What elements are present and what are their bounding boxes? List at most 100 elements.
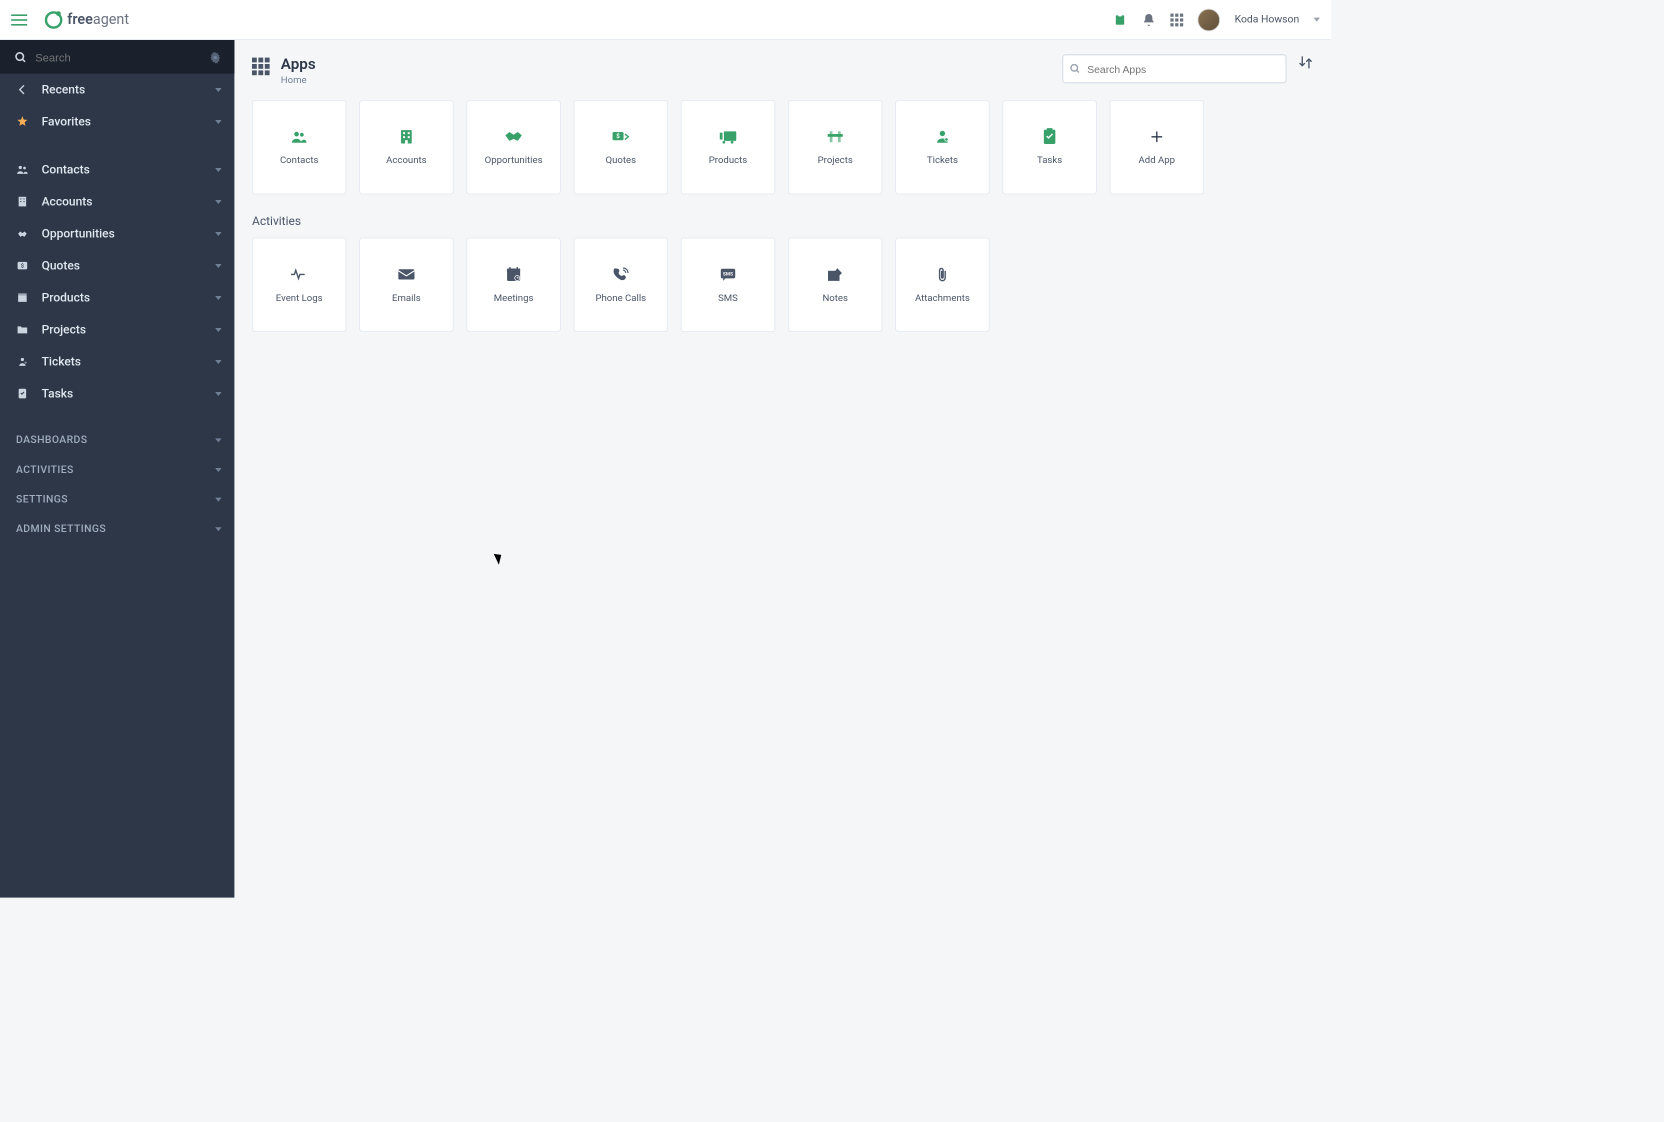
paperclip-icon xyxy=(933,266,952,282)
card-label: Emails xyxy=(392,292,421,303)
card-label: Event Logs xyxy=(276,292,323,303)
sidebar-item-products[interactable]: Products xyxy=(0,282,234,314)
contacts-icon xyxy=(290,129,309,145)
sidebar-item-tasks[interactable]: Tasks xyxy=(0,378,234,410)
hamburger-menu[interactable] xyxy=(11,8,33,30)
nav-label: DASHBOARDS xyxy=(16,434,87,446)
activity-card-attachments[interactable]: Attachments xyxy=(895,238,989,332)
apps-row: Contacts Accounts Opportunities $ Quotes… xyxy=(252,100,1314,194)
activity-card-sms[interactable]: SMS SMS xyxy=(681,238,775,332)
sidebar-item-quotes[interactable]: $ Quotes xyxy=(0,250,234,282)
handshake-icon xyxy=(504,129,523,145)
search-apps-container xyxy=(1062,54,1286,83)
sidebar-settings[interactable]: SETTINGS xyxy=(0,485,234,515)
sidebar-item-tickets[interactable]: Tickets xyxy=(0,346,234,378)
plus-icon xyxy=(1147,129,1166,145)
handshake-icon xyxy=(16,227,32,240)
card-label: Contacts xyxy=(280,154,319,165)
nav-label: Opportunities xyxy=(42,226,115,240)
chevron-down-icon xyxy=(215,168,221,172)
brand-text: freeagent xyxy=(67,11,129,28)
app-card-add[interactable]: Add App xyxy=(1110,100,1204,194)
tickets-icon xyxy=(933,129,952,145)
sidebar-item-accounts[interactable]: Accounts xyxy=(0,186,234,218)
chevron-down-icon xyxy=(215,200,221,204)
building-icon xyxy=(397,129,416,145)
sidebar-item-projects[interactable]: Projects xyxy=(0,314,234,346)
envelope-icon xyxy=(397,266,416,282)
activity-card-notes[interactable]: Notes xyxy=(788,238,882,332)
nav-label: Tasks xyxy=(42,386,74,400)
apps-grid-large-icon xyxy=(252,58,271,77)
clipboard-icon[interactable] xyxy=(1113,12,1127,26)
sidebar: Recents Favorites Contacts Accounts Oppo… xyxy=(0,40,234,898)
folder-icon xyxy=(16,323,32,336)
card-label: Add App xyxy=(1139,154,1176,165)
nav-label: Contacts xyxy=(42,162,90,176)
logo-swirl-icon xyxy=(45,11,63,29)
search-apps-input[interactable] xyxy=(1087,63,1279,75)
apps-grid-icon[interactable] xyxy=(1171,13,1184,26)
people-icon xyxy=(16,163,32,176)
phone-icon xyxy=(611,266,630,282)
chevron-down-icon xyxy=(215,438,221,442)
nav-label: ACTIVITIES xyxy=(16,464,74,476)
nav-label: Accounts xyxy=(42,194,93,208)
sidebar-item-opportunities[interactable]: Opportunities xyxy=(0,218,234,250)
app-card-opportunities[interactable]: Opportunities xyxy=(466,100,560,194)
app-card-tasks[interactable]: Tasks xyxy=(1002,100,1096,194)
sidebar-recents[interactable]: Recents xyxy=(0,74,234,106)
activity-card-emails[interactable]: Emails xyxy=(359,238,453,332)
gear-icon[interactable] xyxy=(209,51,222,64)
chevron-down-icon xyxy=(215,392,221,396)
app-card-contacts[interactable]: Contacts xyxy=(252,100,346,194)
search-icon xyxy=(14,51,27,64)
app-card-projects[interactable]: Projects xyxy=(788,100,882,194)
activity-card-phonecalls[interactable]: Phone Calls xyxy=(574,238,668,332)
card-label: Opportunities xyxy=(485,154,543,165)
card-label: Accounts xyxy=(386,154,426,165)
nav-label: Favorites xyxy=(42,114,91,128)
sidebar-activities[interactable]: ACTIVITIES xyxy=(0,455,234,485)
chevron-down-icon xyxy=(215,264,221,268)
brand-logo[interactable]: freeagent xyxy=(45,11,129,29)
notes-icon xyxy=(826,266,845,282)
card-label: Quotes xyxy=(606,154,637,165)
sidebar-search xyxy=(0,40,234,74)
ticket-icon xyxy=(16,355,32,368)
sidebar-dashboards[interactable]: DASHBOARDS xyxy=(0,426,234,456)
user-name[interactable]: Koda Howson xyxy=(1235,14,1300,26)
sidebar-search-input[interactable] xyxy=(35,51,209,64)
tasks-icon xyxy=(1040,129,1059,145)
nav-label: SETTINGS xyxy=(16,494,68,506)
card-label: Notes xyxy=(822,292,848,303)
activity-card-eventlogs[interactable]: Event Logs xyxy=(252,238,346,332)
chevron-down-icon xyxy=(215,498,221,502)
chevron-down-icon xyxy=(215,120,221,124)
main-content: Apps Home Contacts Accounts Opportunitie… xyxy=(234,40,1331,898)
activity-card-meetings[interactable]: Meetings xyxy=(466,238,560,332)
cursor-pointer-icon xyxy=(496,552,506,566)
sidebar-favorites[interactable]: Favorites xyxy=(0,106,234,138)
sidebar-admin-settings[interactable]: ADMIN SETTINGS xyxy=(0,514,234,544)
nav-label: Tickets xyxy=(42,354,81,368)
card-label: Projects xyxy=(818,154,853,165)
quote-icon: $ xyxy=(611,129,630,145)
nav-label: ADMIN SETTINGS xyxy=(16,523,106,535)
sort-icon[interactable] xyxy=(1298,54,1314,70)
card-label: Tasks xyxy=(1037,154,1062,165)
app-card-quotes[interactable]: $ Quotes xyxy=(574,100,668,194)
box-icon xyxy=(16,291,32,304)
bell-icon[interactable] xyxy=(1142,12,1156,26)
user-avatar[interactable] xyxy=(1198,8,1220,30)
chevron-down-icon xyxy=(215,232,221,236)
pulse-icon xyxy=(290,266,309,282)
user-menu-chevron-icon[interactable] xyxy=(1314,18,1320,22)
app-card-accounts[interactable]: Accounts xyxy=(359,100,453,194)
chevron-down-icon xyxy=(215,527,221,531)
app-card-tickets[interactable]: Tickets xyxy=(895,100,989,194)
sidebar-item-contacts[interactable]: Contacts xyxy=(0,154,234,186)
dollar-icon: $ xyxy=(16,259,32,272)
app-card-products[interactable]: Products xyxy=(681,100,775,194)
breadcrumb: Home xyxy=(281,74,316,85)
